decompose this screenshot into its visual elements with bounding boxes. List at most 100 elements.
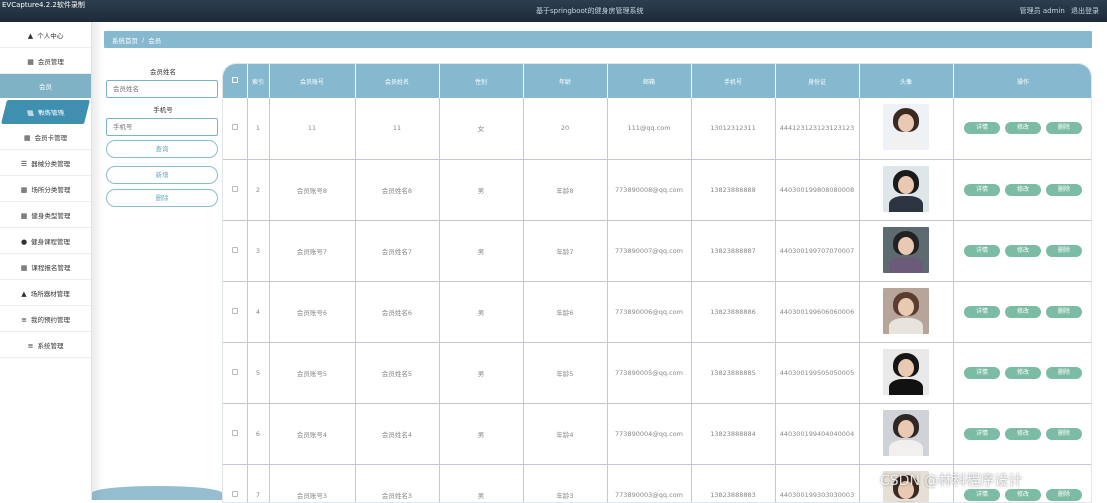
edit-button[interactable]: 修改 (1005, 305, 1041, 318)
user-area: 管理员 admin 退出登录 (1020, 6, 1099, 16)
delete-button[interactable]: 删除 (1046, 488, 1082, 501)
sidebar-item[interactable]: ▦ 课程报名管理 (0, 254, 91, 280)
sidebar-item-content: ▲ 场所器材管理 (21, 288, 69, 298)
cell-phone: 13823888886 (691, 281, 776, 343)
query-button[interactable]: 查询 (106, 140, 218, 158)
avatar-body (889, 256, 923, 273)
row-checkbox[interactable] (231, 490, 238, 497)
cell-email: 111@qq.com (607, 98, 692, 160)
cell-gender: 男 (439, 159, 524, 221)
cell-phone: 13823888884 (691, 403, 776, 465)
detail-button[interactable]: 详情 (964, 305, 1000, 318)
edit-button[interactable]: 修改 (1005, 366, 1041, 379)
edit-button[interactable]: 修改 (1005, 183, 1041, 196)
column-header: 年龄 (523, 64, 608, 98)
cell-actions: 详情 修改 删除 (953, 281, 1091, 343)
delete-button[interactable]: 删除 (1046, 366, 1082, 379)
avatar-body (889, 134, 923, 151)
delete-button[interactable]: 删除 (1046, 122, 1082, 135)
column-header: 手机号 (691, 64, 776, 98)
table-row: 1 11 11 女 20 111@qq.com 13012312311 44412312312… (223, 98, 1091, 160)
row-checkbox[interactable] (231, 307, 238, 314)
cell-name: 会员姓名6 (355, 281, 440, 343)
delete-button[interactable]: 删除 (1046, 305, 1082, 318)
add-button[interactable]: 新增 (106, 166, 218, 184)
cell-avatar (859, 281, 954, 343)
detail-button[interactable]: 详情 (964, 488, 1000, 501)
detail-button[interactable]: 详情 (964, 122, 1000, 135)
sidebar-item-content: ☰ 器械分类管理 (21, 158, 70, 168)
sidebar-item[interactable]: ☰ 器械分类管理 (0, 150, 91, 176)
edit-button[interactable]: 修改 (1005, 488, 1041, 501)
sidebar-item[interactable]: ▦ 会员卡管理 (0, 124, 91, 150)
cell-email: 773890005@qq.com (607, 342, 692, 404)
cell-name: 会员姓名4 (355, 403, 440, 465)
cell-age: 20 (523, 98, 608, 160)
action-group: 详情 修改 删除 (954, 427, 1092, 440)
detail-button[interactable]: 详情 (964, 427, 1000, 440)
avatar (883, 409, 929, 456)
action-group: 详情 修改 删除 (954, 183, 1092, 196)
sidebar-item-label: 会员卡管理 (34, 133, 68, 142)
detail-button[interactable]: 详情 (964, 183, 1000, 196)
sidebar-item[interactable]: ▲ 个人中心 (0, 22, 91, 48)
cell-age: 年龄5 (523, 342, 608, 404)
row-checkbox[interactable] (231, 246, 238, 253)
select-all-header[interactable] (223, 64, 248, 98)
table-row: 2 会员账号8 会员姓名8 男年龄8 773890008@qq.com 138238888… (223, 159, 1092, 221)
sidebar-item-label: 健身类型管理 (31, 211, 71, 220)
edit-button[interactable]: 修改 (1005, 427, 1041, 440)
cell-index: 6 (247, 403, 270, 465)
name-input[interactable] (106, 80, 218, 98)
avatar-body (889, 378, 923, 395)
sidebar-item-content: ● 健身课程管理 (21, 236, 70, 246)
cell-avatar (859, 403, 954, 465)
sidebar-item[interactable]: ≡ 系统管理 (0, 332, 91, 358)
sidebar-item[interactable]: ▦ 场所分类管理 (0, 176, 91, 202)
sidebar-item[interactable]: ▦ 教练管理 (1, 100, 90, 124)
avatar-face (898, 358, 914, 377)
watermark: CSDN @林科程序设计 (880, 473, 1023, 489)
grid-icon: ▦ (20, 185, 28, 194)
sidebar-item[interactable]: ● 健身课程管理 (0, 228, 91, 254)
row-checkbox[interactable] (231, 124, 238, 131)
breadcrumb-home[interactable]: 系统首页 (112, 35, 138, 45)
select-all-checkbox[interactable] (231, 77, 238, 83)
sidebar-item-content: ▦ 会员管理 (27, 56, 64, 66)
delete-button[interactable]: 删除 (1046, 244, 1082, 257)
sidebar-item[interactable]: ▲ 场所器材管理 (0, 280, 91, 306)
row-checkbox[interactable] (231, 429, 238, 436)
detail-button[interactable]: 详情 (964, 244, 1000, 257)
row-select-cell (223, 159, 248, 221)
cell-actions: 详情 修改 删除 (953, 98, 1091, 160)
cell-index: 3 (247, 220, 270, 282)
edit-button[interactable]: 修改 (1005, 122, 1041, 135)
delete-button[interactable]: 删除 (1046, 427, 1082, 440)
phone-label: 手机号 (153, 106, 173, 114)
column-header: 操作 (953, 64, 1091, 98)
sidebar-item[interactable]: 会员 (0, 74, 91, 98)
table-row: 3 会员账号7 会员姓名7 男年龄7 773890007@qq.com 138238888… (223, 220, 1091, 282)
menu-icon: ≡ (27, 341, 34, 350)
sidebar-item-content: ▦ 教练管理 (26, 107, 65, 117)
cell-account: 11 (269, 98, 356, 160)
sidebar-item[interactable]: ≡ 我的预约管理 (0, 306, 91, 332)
sidebar-item-label: 会员管理 (37, 57, 64, 66)
user-icon: ▲ (27, 31, 34, 40)
sidebar-item[interactable]: ▦ 会员管理 (0, 48, 91, 74)
avatar-face (898, 236, 914, 255)
cell-avatar (859, 220, 954, 282)
sidebar-item[interactable]: ▦ 健身类型管理 (0, 202, 91, 228)
row-checkbox[interactable] (231, 368, 238, 375)
edit-button[interactable]: 修改 (1005, 244, 1041, 257)
delete-button[interactable]: 删除 (1046, 183, 1082, 196)
row-checkbox[interactable] (231, 185, 238, 192)
cell-age: 年龄6 (523, 281, 608, 343)
grid-icon: ▦ (26, 109, 35, 117)
logout-link[interactable]: 退出登录 (1071, 7, 1099, 15)
detail-button[interactable]: 详情 (964, 366, 1000, 379)
batch-delete-button[interactable]: 删除 (106, 189, 218, 207)
sidebar-item-content: 会员 (39, 81, 52, 91)
phone-input[interactable] (106, 118, 218, 136)
member-table: 索引 会员账号 会员姓名 性别 年龄 邮箱 手机号 身份证 头像 操作 1 11 11 女 20 111@q… (222, 63, 1092, 503)
